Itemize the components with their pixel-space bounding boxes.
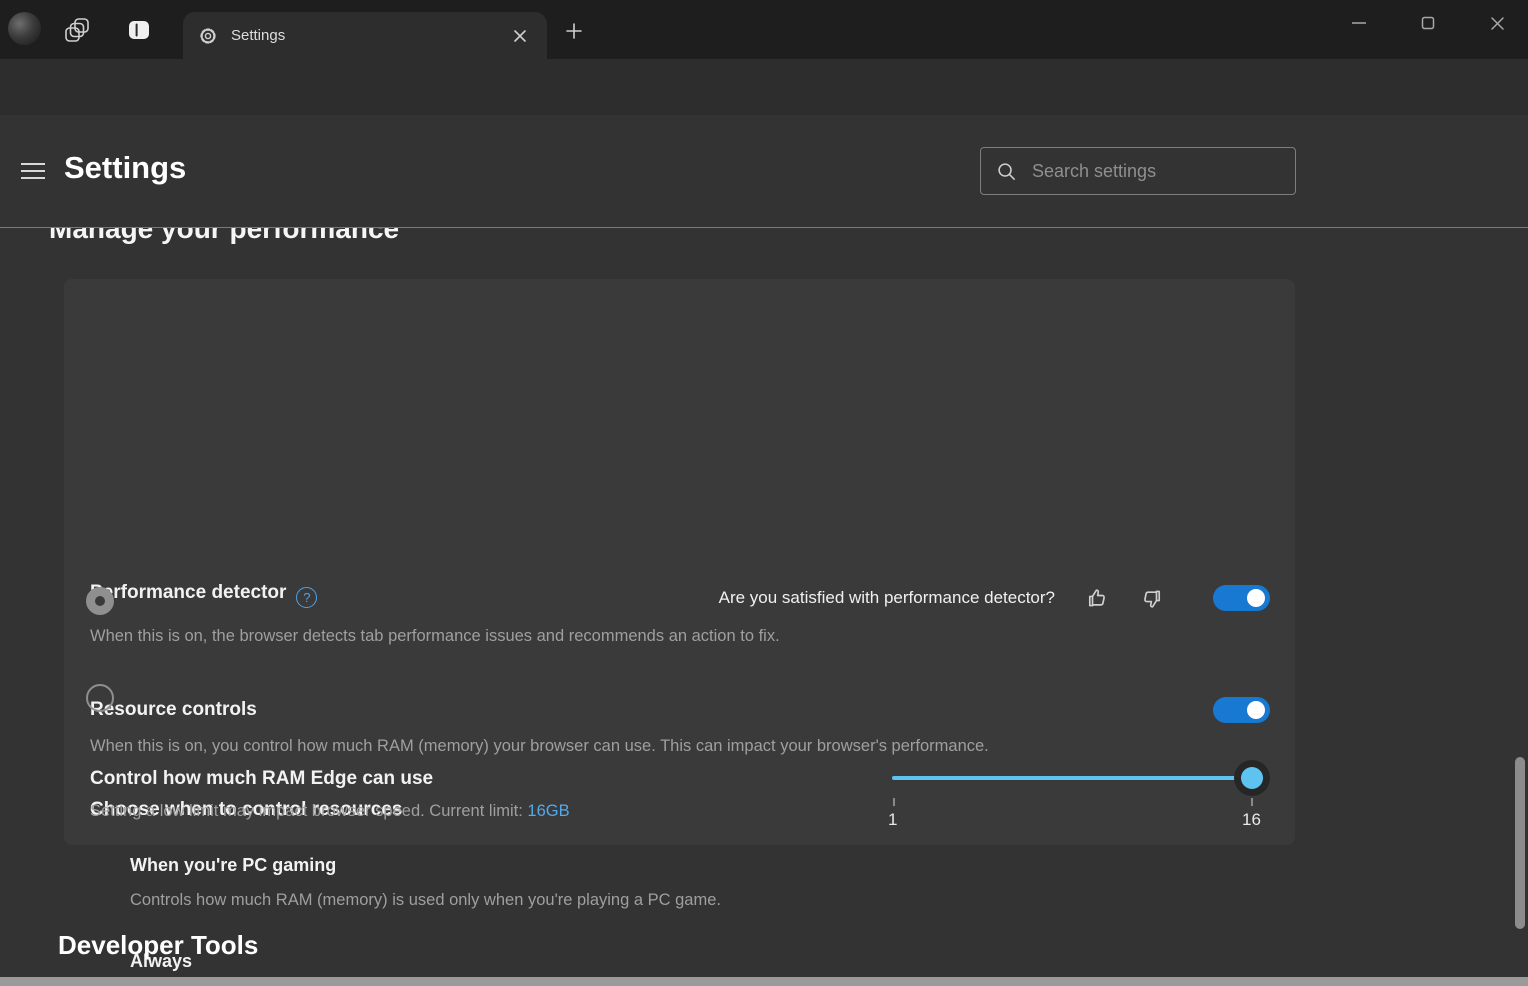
search-input[interactable] <box>1032 161 1281 182</box>
performance-detector-description: When this is on, the browser detects tab… <box>90 627 780 646</box>
tab-settings[interactable]: Settings <box>183 12 547 59</box>
workspaces-icon <box>63 16 91 44</box>
ram-limit-description: Setting a low limit may impact browser s… <box>90 802 570 821</box>
slider-tick-min <box>893 798 895 806</box>
ram-slider[interactable]: 1 16 <box>884 767 1276 837</box>
profile-avatar[interactable] <box>8 12 41 45</box>
slider-min-label: 1 <box>888 810 897 830</box>
thumbs-down-icon <box>1139 586 1164 611</box>
new-tab-button[interactable] <box>558 16 590 46</box>
ram-limit-title: Control how much RAM Edge can use <box>90 768 433 790</box>
plus-icon <box>565 22 583 40</box>
performance-detector-toggle[interactable] <box>1213 585 1270 611</box>
close-icon <box>1490 16 1505 31</box>
radio-pc-gaming-description: Controls how much RAM (memory) is used o… <box>130 891 721 910</box>
slider-tick-max <box>1251 798 1253 806</box>
feedback-question: Are you satisfied with performance detec… <box>719 588 1055 608</box>
maximize-button[interactable] <box>1406 6 1450 40</box>
slider-track[interactable] <box>892 776 1268 780</box>
radio-pc-gaming[interactable] <box>86 587 114 615</box>
thumbs-down-button[interactable] <box>1135 582 1167 614</box>
split-window-icon <box>126 17 152 43</box>
close-icon <box>513 29 527 43</box>
resource-controls-description: When this is on, you control how much RA… <box>90 737 989 756</box>
vertical-scrollbar-thumb[interactable] <box>1515 757 1525 929</box>
search-icon <box>995 160 1018 183</box>
tab-title: Settings <box>231 27 507 44</box>
horizontal-scrollbar[interactable] <box>0 977 1528 986</box>
search-settings-box[interactable] <box>980 147 1296 195</box>
title-bar: Settings <box>0 0 1528 59</box>
thumbs-up-icon <box>1085 586 1110 611</box>
slider-max-label: 16 <box>1242 810 1261 830</box>
performance-detector-title: Performance detector? <box>90 582 317 608</box>
ram-limit-description-text: Setting a low limit may impact browser s… <box>90 802 527 820</box>
help-icon[interactable]: ? <box>296 587 317 608</box>
settings-gear-icon <box>197 25 219 47</box>
workspaces-button[interactable] <box>60 14 94 46</box>
maximize-icon <box>1421 16 1435 30</box>
settings-header <box>0 115 1528 228</box>
resource-controls-toggle[interactable] <box>1213 697 1270 723</box>
tab-close-button[interactable] <box>507 23 533 49</box>
browser-window: Settings <box>0 0 1528 986</box>
thumbs-up-button[interactable] <box>1081 582 1113 614</box>
toggle-knob <box>1247 589 1265 607</box>
current-limit-link[interactable]: 16GB <box>527 802 569 820</box>
tab-actions-button[interactable] <box>122 14 156 46</box>
slider-thumb[interactable] <box>1241 767 1263 789</box>
feedback-row: Are you satisfied with performance detec… <box>719 582 1270 614</box>
developer-tools-title: Developer Tools <box>58 930 258 961</box>
navigation-toolbar: Edge edge://settings> <box>0 59 1528 115</box>
resource-controls-title: Resource controls <box>90 699 257 721</box>
performance-detector-label: Performance detector <box>90 582 286 603</box>
toggle-knob <box>1247 701 1265 719</box>
menu-button[interactable] <box>15 156 51 186</box>
radio-pc-gaming-label[interactable]: When you're PC gaming <box>130 855 336 876</box>
performance-settings-card: Performance detector? Are you satisfied … <box>64 279 1295 845</box>
page-title: Settings <box>64 150 186 186</box>
minimize-button[interactable] <box>1337 6 1381 40</box>
radio-always[interactable] <box>86 684 114 712</box>
window-close-button[interactable] <box>1475 6 1519 40</box>
minimize-icon <box>1352 16 1366 30</box>
